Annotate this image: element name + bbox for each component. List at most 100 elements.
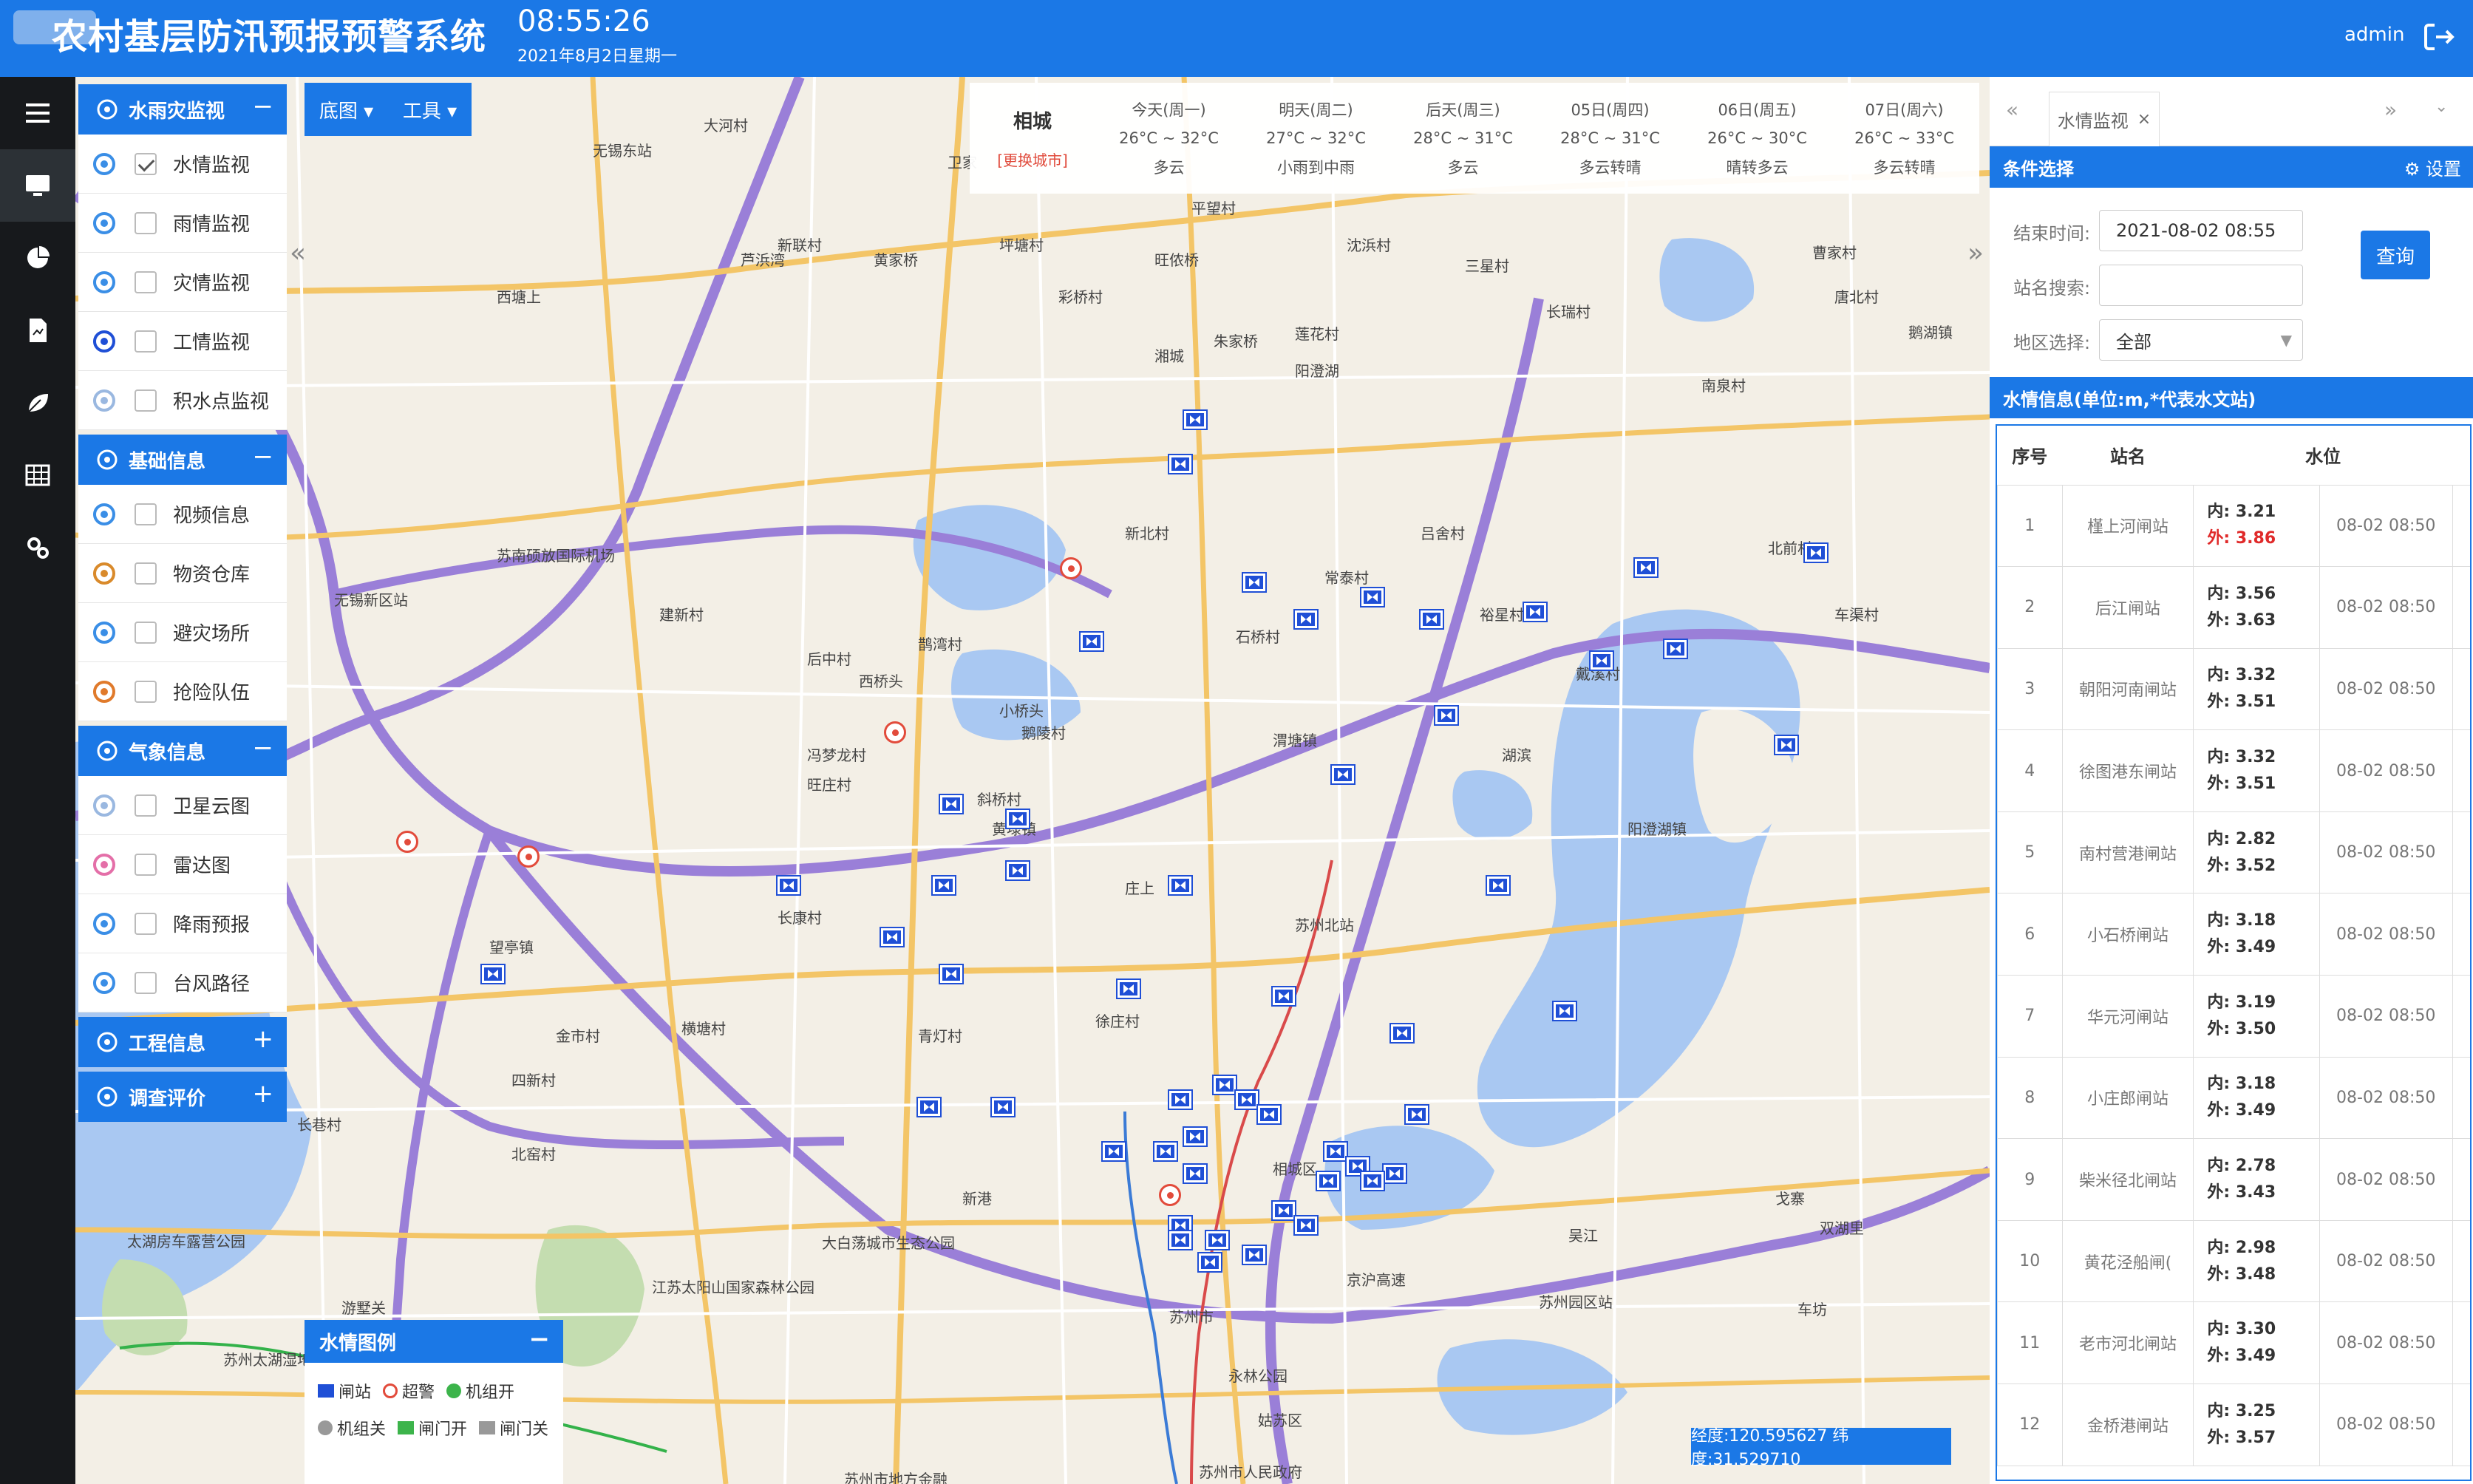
station-marker[interactable] xyxy=(1552,1001,1577,1021)
layer-checkbox[interactable] xyxy=(135,503,157,525)
table-row[interactable]: 4徐图港东闸站内: 3.32外: 3.5108-02 08:503.7 xyxy=(1997,729,2470,812)
layer-item[interactable]: 水情监视 xyxy=(78,135,287,194)
station-marker[interactable] xyxy=(1419,609,1444,630)
username[interactable]: admin xyxy=(2344,24,2404,46)
station-marker[interactable] xyxy=(1293,609,1319,630)
layer-item[interactable]: 避灾场所 xyxy=(78,603,287,662)
station-marker[interactable] xyxy=(1803,542,1829,563)
layer-item[interactable]: 积水点监视 xyxy=(78,371,287,430)
layer-item[interactable]: 灾情监视 xyxy=(78,253,287,312)
basemap-dropdown[interactable]: 底图 ▾ xyxy=(319,96,373,123)
alarm-marker[interactable] xyxy=(396,831,418,853)
layer-checkbox[interactable] xyxy=(135,912,157,935)
layer-checkbox[interactable] xyxy=(135,389,157,412)
group-toggle-button[interactable]: + xyxy=(253,1024,274,1054)
station-marker[interactable] xyxy=(1183,409,1208,430)
station-marker[interactable] xyxy=(1205,1230,1230,1250)
station-marker[interactable] xyxy=(1523,602,1548,622)
table-header-cell[interactable]: 水位 xyxy=(2193,426,2453,486)
layer-item[interactable]: 雨情监视 xyxy=(78,194,287,253)
leaf-icon[interactable] xyxy=(0,367,75,439)
station-marker[interactable] xyxy=(1197,1252,1222,1273)
station-marker[interactable] xyxy=(1434,705,1459,726)
station-marker[interactable] xyxy=(1382,1163,1407,1184)
layer-item[interactable]: 抢险队伍 xyxy=(78,662,287,721)
query-button[interactable]: 查询 xyxy=(2361,231,2430,279)
station-marker[interactable] xyxy=(1242,572,1267,593)
station-marker[interactable] xyxy=(1271,986,1296,1007)
settings-button[interactable]: ⚙ 设置 xyxy=(2404,154,2461,180)
layer-checkbox[interactable] xyxy=(135,794,157,817)
layer-checkbox[interactable] xyxy=(135,330,157,353)
station-marker[interactable] xyxy=(1183,1163,1208,1184)
table-row[interactable]: 2后江闸站内: 3.56外: 3.6308-02 08:503.7 xyxy=(1997,566,2470,649)
layer-checkbox[interactable] xyxy=(135,971,157,994)
alarm-marker[interactable] xyxy=(1159,1184,1181,1206)
layer-item[interactable]: 卫星云图 xyxy=(78,776,287,835)
table-row[interactable]: 11老市河北闸站内: 3.30外: 3.4908-02 08:503.7 xyxy=(1997,1301,2470,1385)
station-marker[interactable] xyxy=(776,875,801,896)
table-header-cell[interactable]: 序号 xyxy=(1997,426,2063,486)
station-marker[interactable] xyxy=(1153,1141,1178,1162)
station-marker[interactable] xyxy=(1360,587,1385,607)
logout-icon[interactable] xyxy=(2420,18,2458,56)
tab-water-monitor[interactable]: 水情监视 × xyxy=(2049,92,2160,146)
chevron-down-icon[interactable]: ⌄ xyxy=(2435,98,2448,116)
table-row[interactable]: 12金桥港闸站内: 3.25外: 3.5708-02 08:503.7 xyxy=(1997,1383,2470,1466)
close-icon[interactable]: × xyxy=(2137,110,2151,129)
end-time-input[interactable]: 2021-08-02 08:55 xyxy=(2099,210,2303,251)
station-marker[interactable] xyxy=(1168,1089,1193,1110)
station-marker[interactable] xyxy=(931,875,956,896)
tab-prev-icon[interactable]: « xyxy=(2006,98,2018,122)
tools-dropdown[interactable]: 工具 ▾ xyxy=(403,96,457,123)
station-marker[interactable] xyxy=(1242,1245,1267,1265)
station-marker[interactable] xyxy=(1168,454,1193,474)
layer-item[interactable]: 物资仓库 xyxy=(78,544,287,603)
table-header-cell[interactable]: 站名 xyxy=(2062,426,2194,486)
tab-next-icon[interactable]: » xyxy=(2384,98,2397,122)
monitor-icon[interactable] xyxy=(0,149,75,222)
table-row[interactable]: 5南村营港闸站内: 2.82外: 3.5208-02 08:503.6 xyxy=(1997,811,2470,894)
station-marker[interactable] xyxy=(1101,1141,1126,1162)
station-marker[interactable] xyxy=(1404,1104,1429,1125)
collapse-right-icon[interactable]: » xyxy=(1967,238,1984,268)
layer-checkbox[interactable] xyxy=(135,853,157,876)
station-marker[interactable] xyxy=(1360,1171,1385,1191)
layer-group-header[interactable]: 水雨灾监视 − xyxy=(78,84,287,135)
layer-item[interactable]: 雷达图 xyxy=(78,835,287,894)
alarm-marker[interactable] xyxy=(517,845,540,868)
station-marker[interactable] xyxy=(1005,860,1030,881)
layer-checkbox[interactable] xyxy=(135,562,157,585)
station-marker[interactable] xyxy=(1389,1023,1415,1044)
table-row[interactable]: 7华元河闸站内: 3.19外: 3.5008-02 08:503.7 xyxy=(1997,975,2470,1058)
table-row[interactable]: 8小庄郎闸站内: 3.18外: 3.4908-02 08:503.7 xyxy=(1997,1056,2470,1140)
station-marker[interactable] xyxy=(1183,1126,1208,1147)
group-toggle-button[interactable]: + xyxy=(253,1079,274,1109)
station-marker[interactable] xyxy=(1293,1215,1319,1236)
collapse-left-icon[interactable]: « xyxy=(290,238,306,268)
group-toggle-button[interactable]: − xyxy=(253,92,274,121)
layer-group-header[interactable]: 调查评价 + xyxy=(78,1072,287,1122)
station-marker[interactable] xyxy=(1212,1075,1237,1095)
station-marker[interactable] xyxy=(916,1097,942,1117)
station-marker[interactable] xyxy=(1323,1141,1348,1162)
station-marker[interactable] xyxy=(1486,875,1511,896)
group-toggle-button[interactable]: − xyxy=(253,442,274,472)
station-marker[interactable] xyxy=(1005,809,1030,829)
settings-icon[interactable] xyxy=(0,511,75,584)
table-row[interactable]: 10黄花泾船闸(内: 2.98外: 3.4808-02 08:503.7 xyxy=(1997,1219,2470,1303)
table-icon[interactable] xyxy=(0,439,75,511)
station-marker[interactable] xyxy=(1271,1200,1296,1221)
table-header-cell[interactable]: 时 xyxy=(2452,426,2470,486)
station-marker[interactable] xyxy=(1256,1104,1282,1125)
table-row[interactable]: 1槿上河闸站内: 3.21外: 3.8608-02 08:503.8 xyxy=(1997,484,2470,568)
station-marker[interactable] xyxy=(1774,735,1799,755)
layer-group-header[interactable]: 气象信息 − xyxy=(78,726,287,776)
layer-checkbox[interactable] xyxy=(135,621,157,644)
document-icon[interactable] xyxy=(0,294,75,367)
layer-item[interactable]: 降雨预报 xyxy=(78,894,287,953)
pie-chart-icon[interactable] xyxy=(0,222,75,294)
station-marker[interactable] xyxy=(880,927,905,947)
alarm-marker[interactable] xyxy=(1060,557,1082,579)
region-select[interactable]: 全部 ▼ xyxy=(2099,319,2303,361)
